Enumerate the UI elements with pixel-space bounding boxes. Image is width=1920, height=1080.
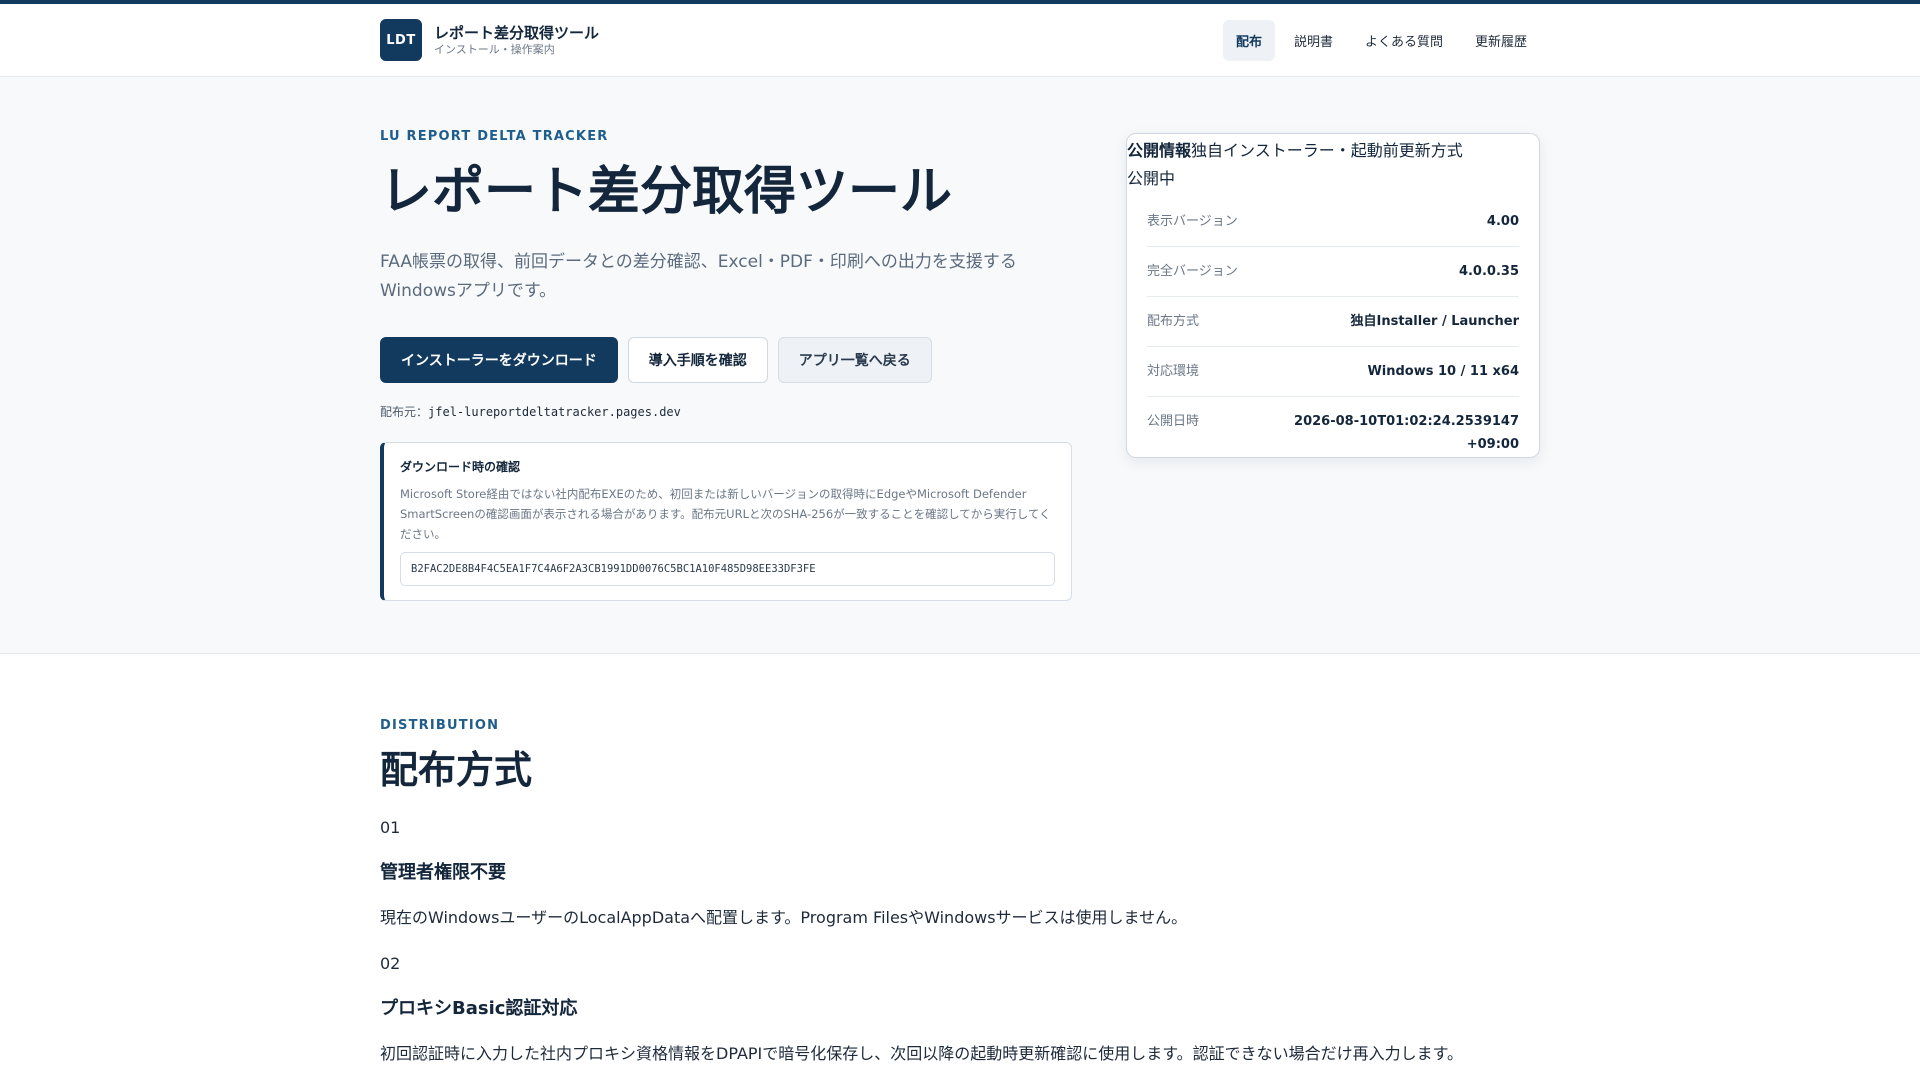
source-label: 配布元： <box>380 405 429 419</box>
feature-description: 現在のWindowsユーザーのLocalAppDataへ配置します。Progra… <box>380 908 1188 927</box>
nav-changelog[interactable]: 更新履歴 <box>1462 20 1540 61</box>
sha256-hash[interactable]: B2FAC2DE8B4F4C5EA1F7C4A6F2A3CB1991DD0076… <box>400 552 1055 586</box>
hero-description: FAA帳票の取得、前回データとの差分確認、Excel・PDF・印刷への出力を支援… <box>380 252 1017 301</box>
release-info-card: 公開情報独自インストーラー・起動前更新方式 公開中 表示バージョン 4.00 完… <box>1126 133 1540 458</box>
card-method: 独自インストーラー・起動前更新方式 <box>1191 141 1463 160</box>
install-guide-button[interactable]: 導入手順を確認 <box>627 337 768 383</box>
feature-item: 01 管理者権限不要 現在のWindowsユーザーのLocalAppDataへ配… <box>380 817 1540 929</box>
hero-section: LU REPORT DELTA TRACKER レポート差分取得ツール FAA帳… <box>0 77 1920 654</box>
status-badge: 公開中 <box>1127 169 1176 188</box>
back-to-app-list-button[interactable]: アプリ一覧へ戻る <box>777 337 932 383</box>
info-row-published: 公開日時 2026-08-10T01:02:24.2539147+09:00 <box>1147 397 1519 469</box>
info-key: 表示バージョン <box>1147 214 1238 229</box>
nav-manual[interactable]: 説明書 <box>1281 20 1346 61</box>
info-value: Windows 10 / 11 x64 <box>1367 364 1519 379</box>
distribution-source: 配布元：jfel-lureportdeltatracker.pages.dev <box>380 403 1072 420</box>
info-row-distribution-method: 配布方式 独自Installer / Launcher <box>1147 297 1519 347</box>
info-key: 対応環境 <box>1147 364 1200 379</box>
info-key: 配布方式 <box>1147 314 1200 329</box>
card-header: 公開情報独自インストーラー・起動前更新方式 公開中 <box>1127 134 1539 193</box>
brand-title: レポート差分取得ツール <box>434 23 600 42</box>
info-value: 4.00 <box>1486 214 1519 229</box>
info-value: 4.0.0.35 <box>1458 264 1519 279</box>
nav-distribution[interactable]: 配布 <box>1222 19 1275 61</box>
feature-number: 02 <box>380 954 401 973</box>
info-row-environment: 対応環境 Windows 10 / 11 x64 <box>1147 347 1519 397</box>
feature-title: 管理者権限不要 <box>380 862 506 883</box>
card-title: 公開情報 <box>1127 141 1192 160</box>
brand-subtitle: インストール・操作案内 <box>434 42 555 56</box>
info-row-display-version: 表示バージョン 4.00 <box>1147 197 1519 247</box>
notice-title: ダウンロード時の確認 <box>400 460 521 474</box>
info-row-full-version: 完全バージョン 4.0.0.35 <box>1147 247 1519 297</box>
distribution-section: DISTRIBUTION 配布方式 01 管理者権限不要 現在のWindowsユ… <box>380 654 1540 1065</box>
brand[interactable]: LDT レポート差分取得ツール インストール・操作案内 <box>380 19 599 61</box>
hero-eyebrow: LU REPORT DELTA TRACKER <box>380 129 609 144</box>
hero-actions: インストーラーをダウンロード 導入手順を確認 アプリ一覧へ戻る <box>380 337 1072 383</box>
main-nav: 配布 説明書 よくある質問 更新履歴 <box>1222 19 1540 61</box>
page-title: レポート差分取得ツール <box>380 162 953 222</box>
notice-body: Microsoft Store経由ではない社内配布EXEのため、初回または新しい… <box>400 487 1051 541</box>
app-logo: LDT <box>380 19 422 61</box>
download-notice: ダウンロード時の確認 Microsoft Store経由ではない社内配布EXEの… <box>380 442 1072 601</box>
feature-item: 02 プロキシBasic認証対応 初回認証時に入力した社内プロキシ資格情報をDP… <box>380 953 1540 1065</box>
info-key: 公開日時 <box>1147 414 1200 429</box>
download-installer-button[interactable]: インストーラーをダウンロード <box>380 337 618 383</box>
nav-faq[interactable]: よくある質問 <box>1352 20 1456 61</box>
feature-number: 01 <box>380 818 401 837</box>
site-header: LDT レポート差分取得ツール インストール・操作案内 配布 説明書 よくある質… <box>0 4 1920 77</box>
source-url: jfel-lureportdeltatracker.pages.dev <box>428 405 681 419</box>
section-eyebrow: DISTRIBUTION <box>380 718 500 733</box>
feature-description: 初回認証時に入力した社内プロキシ資格情報をDPAPIで暗号化保存し、次回以降の起… <box>380 1044 1464 1063</box>
feature-title: プロキシBasic認証対応 <box>380 998 578 1019</box>
info-value: 2026-08-10T01:02:24.2539147+09:00 <box>1294 414 1519 452</box>
section-title: 配布方式 <box>380 748 533 792</box>
info-value: 独自Installer / Launcher <box>1350 314 1519 329</box>
info-key: 完全バージョン <box>1147 264 1238 279</box>
